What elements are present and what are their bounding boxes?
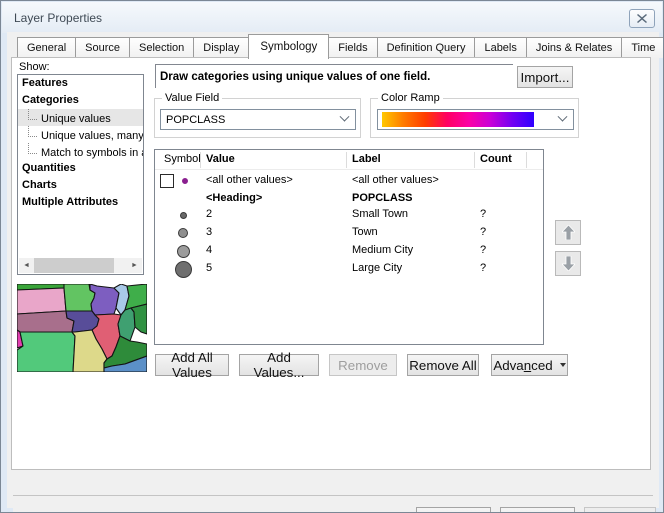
symbol-dot-icon[interactable] <box>180 212 187 219</box>
all-other-values-checkbox[interactable] <box>160 174 174 188</box>
advanced-button[interactable]: Advanced <box>491 354 568 376</box>
table-row[interactable]: 2 Small Town? <box>155 206 543 224</box>
layer-properties-dialog: Layer Properties GeneralSourceSelectionD… <box>0 0 664 513</box>
value-field-group-label: Value Field <box>162 92 222 104</box>
cell-label[interactable]: POPCLASS <box>352 192 413 204</box>
cell-label[interactable]: <all other values> <box>352 174 439 186</box>
chevron-down-icon <box>333 110 355 129</box>
map-state-ks <box>17 332 75 372</box>
scroll-right-icon[interactable]: ► <box>127 258 142 273</box>
cell-count[interactable]: ? <box>480 208 486 220</box>
table-row[interactable]: 4 Medium City? <box>155 242 543 260</box>
cell-count[interactable]: ? <box>480 262 486 274</box>
arrow-down-icon <box>562 256 575 271</box>
tree-item-unique-values[interactable]: Unique values <box>18 109 143 126</box>
value-field-selected: POPCLASS <box>161 114 333 126</box>
tree-item-unique-values-many[interactable]: Unique values, many <box>18 126 143 143</box>
symbol-dot-icon[interactable] <box>178 228 188 238</box>
tree-item-match-to-symbols-in-a[interactable]: Match to symbols in a <box>18 143 143 160</box>
title-bar[interactable]: Layer Properties <box>2 2 662 33</box>
add-values-button[interactable]: Add Values... <box>239 354 319 376</box>
tab-general[interactable]: General <box>17 37 76 58</box>
cell-value[interactable]: <all other values> <box>206 174 293 186</box>
caret-down-icon <box>560 363 566 367</box>
cell-value[interactable]: 5 <box>206 262 212 274</box>
scrollbar-thumb[interactable] <box>34 258 114 273</box>
color-ramp-group-label: Color Ramp <box>378 92 443 104</box>
tree-item-quantities[interactable]: Quantities <box>18 160 143 177</box>
cell-value[interactable]: 2 <box>206 208 212 220</box>
cell-value[interactable]: 4 <box>206 244 212 256</box>
show-tree-items: FeaturesCategoriesUnique valuesUnique va… <box>18 75 143 211</box>
cell-label[interactable]: Small Town <box>352 208 408 220</box>
symbology-tab-page: Show: FeaturesCategoriesUnique valuesUni… <box>11 57 651 470</box>
apply-button: Apply <box>584 507 656 513</box>
arrow-up-icon <box>562 225 575 240</box>
tab-source[interactable]: Source <box>75 37 130 58</box>
tab-fields[interactable]: Fields <box>328 37 377 58</box>
close-button[interactable] <box>629 9 655 28</box>
tab-display[interactable]: Display <box>193 37 249 58</box>
tree-elbow-icon <box>28 109 37 120</box>
map-preview-thumbnail <box>17 284 147 372</box>
color-ramp-dropdown[interactable] <box>377 109 574 130</box>
tree-item-features[interactable]: Features <box>18 75 143 92</box>
remove-button: Remove <box>329 354 397 376</box>
map-state-ne <box>17 311 74 332</box>
symbol-dot-icon[interactable] <box>175 261 192 278</box>
close-icon <box>637 14 647 23</box>
tab-symbology[interactable]: Symbology <box>248 34 329 59</box>
tab-selection[interactable]: Selection <box>129 37 194 58</box>
table-header: Symbol Value Label Count <box>155 150 543 170</box>
tab-time[interactable]: Time <box>621 37 664 58</box>
cancel-button[interactable]: Cancel <box>500 507 575 513</box>
col-value[interactable]: Value <box>206 153 235 165</box>
color-ramp-swatch <box>382 112 534 127</box>
add-all-values-button[interactable]: Add All Values <box>155 354 229 376</box>
chevron-down-icon <box>551 110 573 129</box>
tab-bar: GeneralSourceSelectionDisplaySymbologyFi… <box>17 34 655 58</box>
cell-count[interactable]: ? <box>480 244 486 256</box>
move-up-button[interactable] <box>555 220 581 245</box>
tree-item-multiple-attributes[interactable]: Multiple Attributes <box>18 194 143 211</box>
show-tree-listbox: FeaturesCategoriesUnique valuesUnique va… <box>17 74 144 275</box>
col-label[interactable]: Label <box>352 153 381 165</box>
tab-joins-relates[interactable]: Joins & Relates <box>526 37 622 58</box>
table-row[interactable]: 5 Large City? <box>155 260 543 278</box>
table-row[interactable]: 3 Town? <box>155 224 543 242</box>
advanced-label: Advanced <box>493 358 552 373</box>
symbol-dot-icon <box>182 178 188 184</box>
move-down-button[interactable] <box>555 251 581 276</box>
remove-all-button[interactable]: Remove All <box>407 354 479 376</box>
tree-elbow-icon <box>28 143 37 154</box>
cell-label[interactable]: Medium City <box>352 244 413 256</box>
tab-labels[interactable]: Labels <box>474 37 526 58</box>
cell-count[interactable]: ? <box>480 226 486 238</box>
unique-values-table: Symbol Value Label Count <all other valu… <box>154 149 544 345</box>
method-description: Draw categories using unique values of o… <box>155 64 513 88</box>
cell-label[interactable]: Town <box>352 226 378 238</box>
cell-label[interactable]: Large City <box>352 262 402 274</box>
scroll-left-icon[interactable]: ◄ <box>19 258 34 273</box>
dialog-content: GeneralSourceSelectionDisplaySymbologyFi… <box>7 32 659 508</box>
cell-value[interactable]: <Heading> <box>206 192 262 204</box>
import-button[interactable]: Import... <box>517 66 573 88</box>
symbol-dot-icon[interactable] <box>177 245 190 258</box>
col-count[interactable]: Count <box>480 153 512 165</box>
tree-item-categories[interactable]: Categories <box>18 92 143 109</box>
map-state-sd <box>17 288 66 314</box>
tab-definition-query[interactable]: Definition Query <box>377 37 476 58</box>
table-row[interactable]: <all other values> <all other values> <box>155 172 543 190</box>
description-text: Draw categories using unique values of o… <box>160 71 430 83</box>
show-label: Show: <box>19 61 50 73</box>
dialog-footer: OK Cancel Apply <box>13 495 653 513</box>
tree-item-charts[interactable]: Charts <box>18 177 143 194</box>
value-field-dropdown[interactable]: POPCLASS <box>160 109 356 130</box>
tree-horizontal-scrollbar[interactable]: ◄ ► <box>19 258 142 273</box>
window-title: Layer Properties <box>14 11 102 25</box>
col-symbol[interactable]: Symbol <box>164 153 201 165</box>
cell-value[interactable]: 3 <box>206 226 212 238</box>
ok-button[interactable]: OK <box>416 507 491 513</box>
tree-elbow-icon <box>28 126 37 137</box>
